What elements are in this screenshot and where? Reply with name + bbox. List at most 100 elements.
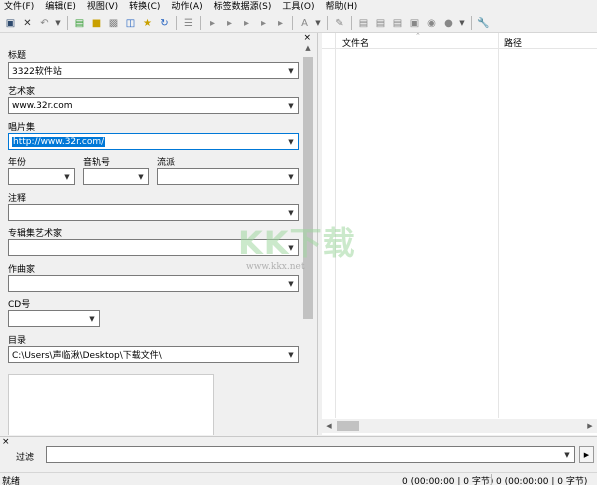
title-label: 标题 — [8, 51, 27, 61]
list-icon[interactable]: ☰ — [181, 16, 196, 31]
record-icon[interactable]: ▣ — [407, 16, 422, 31]
watermark-url: www.kkx.net — [246, 262, 305, 272]
text-file-icon[interactable]: ▤ — [373, 16, 388, 31]
filter-input[interactable]: ▼ — [46, 446, 575, 463]
chevron-down-icon[interactable]: ▼ — [284, 351, 298, 359]
chevron-down-icon[interactable]: ▼ — [284, 67, 298, 75]
menu-edit[interactable]: 编辑(E) — [45, 0, 76, 14]
sort-ascending-icon: ⌃ — [415, 32, 421, 40]
case-dropdown-icon[interactable]: ▼ — [314, 16, 322, 31]
chevron-down-icon[interactable]: ▼ — [134, 173, 148, 181]
scroll-left-icon[interactable]: ◀ — [322, 419, 336, 433]
html-export-icon[interactable]: ▤ — [356, 16, 371, 31]
disc-field[interactable]: ▼ — [8, 310, 100, 327]
artist-field[interactable]: www.32r.com ▼ — [8, 97, 299, 114]
genre-field[interactable]: ▼ — [157, 168, 299, 185]
file-list-header: ⌃ 文件名 路径 — [322, 32, 597, 49]
disc-icon[interactable]: ◉ — [424, 16, 439, 31]
menu-convert[interactable]: 转换(C) — [129, 0, 160, 14]
menu-tools[interactable]: 工具(O) — [282, 0, 314, 14]
case-conversion-icon[interactable]: A — [297, 16, 312, 31]
scrollbar-thumb[interactable] — [303, 57, 313, 319]
menu-action[interactable]: 动作(A) — [171, 0, 202, 14]
filename-to-tag-icon[interactable]: ▸ — [222, 16, 237, 31]
status-ready: 就绪 — [2, 477, 21, 485]
directory-label: 目录 — [8, 336, 27, 346]
save-icon[interactable]: ▣ — [3, 16, 18, 31]
text-to-tag-icon[interactable]: ▸ — [256, 16, 271, 31]
filter-label: 过滤 — [16, 453, 35, 463]
disc-label: CD号 — [8, 300, 31, 310]
year-label: 年份 — [8, 158, 27, 168]
menu-view[interactable]: 视图(V) — [87, 0, 118, 14]
status-total: 0 (00:00:00 | 0 字节) — [496, 477, 588, 485]
toolbar: ▣ ✕ ↶ ▼ ▤ ■ ▩ ◫ ★ ↻ ☰ ▸ ▸ ▸ ▸ ▸ A ▼ ✎ ▤ … — [0, 14, 597, 33]
artist-value: www.32r.com — [12, 100, 73, 111]
year-field[interactable]: ▼ — [8, 168, 75, 185]
tag-to-tag-icon[interactable]: ▸ — [239, 16, 254, 31]
menu-file[interactable]: 文件(F) — [4, 0, 34, 14]
genre-label: 流派 — [157, 158, 176, 168]
scrollbar-thumb[interactable] — [337, 421, 359, 431]
column-filename[interactable]: 文件名 — [342, 36, 369, 49]
artist-label: 艺术家 — [8, 87, 36, 97]
play-icon: ▶ — [583, 450, 590, 459]
refresh-icon[interactable]: ↻ — [157, 16, 172, 31]
menu-bar: 文件(F) 编辑(E) 视图(V) 转换(C) 动作(A) 标签数据源(S) 工… — [0, 0, 597, 14]
filter-bar: × 过滤 ▼ ▶ — [0, 436, 597, 470]
album-label: 唱片集 — [8, 123, 36, 133]
toolbar-separator — [200, 16, 201, 30]
disc-dropdown-icon[interactable]: ▼ — [458, 16, 466, 31]
export-icon[interactable]: ◫ — [123, 16, 138, 31]
undo-icon[interactable]: ↶ — [37, 16, 52, 31]
composer-field[interactable]: ▼ — [8, 275, 299, 292]
watermark: KK下载 www.kkx.net — [238, 218, 368, 274]
wrench-icon[interactable]: 🔧 — [476, 16, 491, 31]
chevron-down-icon[interactable]: ▼ — [284, 173, 298, 181]
chevron-down-icon[interactable]: ▼ — [284, 102, 298, 110]
directory-field[interactable]: C:\Users\声临湫\Desktop\下载文件\ ▼ — [8, 346, 299, 363]
keyboard-icon[interactable]: ▤ — [390, 16, 405, 31]
filter-apply-button[interactable]: ▶ — [579, 446, 594, 463]
album-value: http://www.32r.com/ — [12, 136, 106, 147]
chevron-down-icon[interactable]: ▼ — [560, 451, 574, 459]
track-field[interactable]: ▼ — [83, 168, 149, 185]
favorite-star-icon[interactable]: ★ — [140, 16, 155, 31]
menu-tag-sources[interactable]: 标签数据源(S) — [214, 0, 272, 14]
album-artist-label: 专辑集艺术家 — [8, 229, 63, 239]
tag-icon[interactable]: ▩ — [106, 16, 121, 31]
tag-to-text-icon[interactable]: ▸ — [273, 16, 288, 31]
horizontal-scrollbar[interactable]: ◀ ▶ — [322, 419, 597, 433]
status-bar: 就绪 0 (00:00:00 | 0 字节) 0 (00:00:00 | 0 字… — [0, 472, 597, 485]
directory-value: C:\Users\声临湫\Desktop\下载文件\ — [12, 351, 162, 361]
undo-dropdown-icon[interactable]: ▼ — [54, 16, 62, 31]
title-field[interactable]: 3322软件站 ▼ — [8, 62, 299, 79]
delete-icon[interactable]: ✕ — [20, 16, 35, 31]
toolbar-separator — [292, 16, 293, 30]
scroll-up-icon[interactable]: ▲ — [301, 41, 315, 55]
scroll-right-icon[interactable]: ▶ — [583, 419, 597, 433]
chevron-down-icon[interactable]: ▼ — [60, 173, 74, 181]
column-path[interactable]: 路径 — [504, 36, 522, 49]
title-value: 3322软件站 — [12, 67, 62, 77]
chevron-down-icon[interactable]: ▼ — [284, 280, 298, 288]
menu-help[interactable]: 帮助(H) — [325, 0, 357, 14]
cover-art-box[interactable] — [8, 374, 214, 435]
chevron-down-icon[interactable]: ▼ — [284, 138, 298, 146]
toolbar-separator — [351, 16, 352, 30]
composer-label: 作曲家 — [8, 265, 36, 275]
chevron-down-icon[interactable]: ▼ — [85, 315, 99, 323]
toolbar-separator — [67, 16, 68, 30]
column-divider — [498, 33, 499, 418]
toolbar-separator — [471, 16, 472, 30]
toolbar-separator — [327, 16, 328, 30]
folder-open-icon[interactable]: ▤ — [72, 16, 87, 31]
status-divider — [491, 474, 492, 485]
playlist-icon[interactable]: ✎ — [332, 16, 347, 31]
chevron-down-icon[interactable]: ▼ — [284, 209, 298, 217]
tag-to-filename-icon[interactable]: ▸ — [205, 16, 220, 31]
folder-icon[interactable]: ■ — [89, 16, 104, 31]
album-field[interactable]: http://www.32r.com/ ▼ — [8, 133, 299, 150]
close-icon[interactable]: × — [2, 437, 10, 447]
disc-icon[interactable]: ● — [441, 16, 456, 31]
